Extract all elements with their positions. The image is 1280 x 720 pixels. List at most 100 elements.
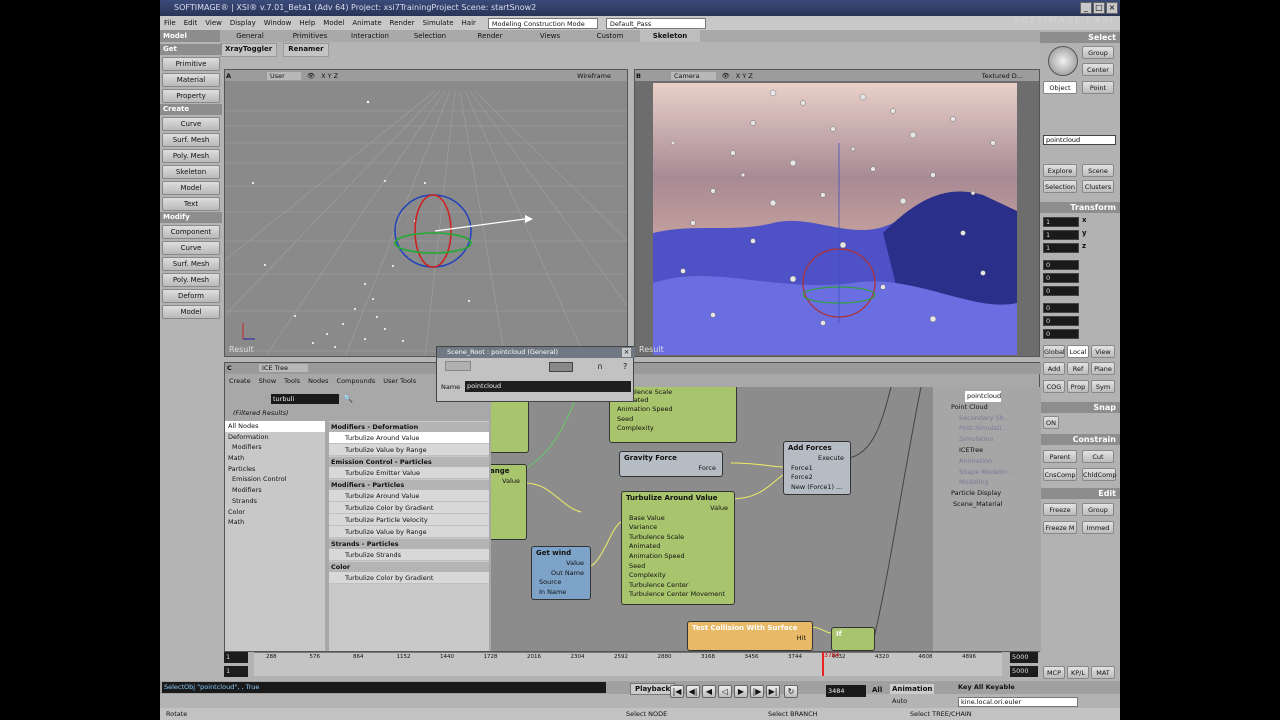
outliner-item[interactable]: pointcloud	[965, 391, 1002, 402]
timeline-ruler[interactable]: 288 576 864 1152 1440 1728 2016 2304 2592 2880 316…	[254, 652, 1002, 676]
cnscomp-button[interactable]: CnsComp	[1043, 468, 1077, 481]
menu-animate[interactable]: Animate	[348, 19, 385, 27]
xray-toggler-button[interactable]: XrayToggler	[220, 43, 278, 57]
menu-simulate[interactable]: Simulate	[419, 19, 458, 27]
play-backward-icon[interactable]: ◀	[702, 685, 716, 698]
create-text-button[interactable]: Text	[162, 197, 220, 211]
center-button[interactable]: Center	[1082, 63, 1114, 76]
cog-button[interactable]: COG	[1043, 380, 1065, 393]
port-base-value[interactable]: Base Value	[622, 514, 734, 524]
ice-graph-canvas[interactable]: Turbulence Scale Animated Animation Spee…	[491, 387, 933, 651]
port-wind-out-name[interactable]: Out Name	[532, 569, 590, 579]
tab-primitives[interactable]: Primitives	[280, 30, 340, 42]
scene-button[interactable]: Scene	[1082, 164, 1114, 177]
create-model-button[interactable]: Model	[162, 181, 220, 195]
script-command-line[interactable]: SelectObj "pointcloud", , True	[162, 682, 606, 693]
menu-render[interactable]: Render	[386, 19, 419, 27]
ice-menu-tools[interactable]: Tools	[284, 375, 300, 387]
outliner-item[interactable]: ICETree	[933, 445, 1041, 456]
port-turbulize-value[interactable]: Value	[622, 504, 734, 514]
viewport-a-eye-icon[interactable]: 👁	[307, 72, 315, 80]
ice-node-list-item[interactable]: Turbulize Value by Range	[329, 526, 489, 538]
renamer-button[interactable]: Renamer	[283, 43, 329, 57]
parent-button[interactable]: Parent	[1043, 450, 1077, 463]
freeze-button[interactable]: Freeze	[1043, 503, 1077, 516]
scale-y-field[interactable]: 1	[1043, 230, 1079, 240]
ice-menu-show[interactable]: Show	[259, 375, 277, 387]
port-wind-in-name[interactable]: In Name	[532, 588, 590, 598]
sym-button[interactable]: Sym	[1091, 380, 1115, 393]
ice-node-list-item[interactable]: Turbulize Strands	[329, 549, 489, 561]
tab-interaction[interactable]: Interaction	[340, 30, 400, 42]
group-button[interactable]: Group	[1082, 46, 1114, 59]
menu-file[interactable]: File	[160, 19, 180, 27]
selection-button[interactable]: Selection	[1043, 180, 1077, 193]
clusters-button[interactable]: Clusters	[1082, 180, 1114, 193]
selection-name-field[interactable]: pointcloud	[1043, 135, 1116, 145]
tab-selection[interactable]: Selection	[400, 30, 460, 42]
ice-menu-nodes[interactable]: Nodes	[308, 375, 328, 387]
menu-model[interactable]: Model	[319, 19, 348, 27]
scale-z-field[interactable]: 1	[1043, 243, 1079, 253]
play-forward-icon[interactable]: ▶	[734, 685, 748, 698]
menu-help[interactable]: Help	[295, 19, 319, 27]
create-curve-button[interactable]: Curve	[162, 117, 220, 131]
node-test-collision[interactable]: Test Collision With Surface Hit	[687, 621, 813, 651]
modify-component-button[interactable]: Component	[162, 225, 220, 239]
primitive-button[interactable]: Primitive	[162, 57, 220, 71]
port-variance[interactable]: Variance	[622, 523, 734, 533]
viewport-a-mode-dropdown[interactable]: Wireframe	[577, 72, 611, 80]
ice-category-item[interactable]: Math	[225, 517, 325, 528]
tab-general[interactable]: General	[220, 30, 280, 42]
menu-hair[interactable]: Hair	[458, 19, 480, 27]
layout-dropdown[interactable]: Modeling Construction Mode	[487, 17, 598, 29]
ice-node-list-item[interactable]: Turbulize Around Value	[329, 490, 489, 502]
minimize-button[interactable]: _	[1080, 2, 1092, 14]
dialog-close-icon[interactable]: ×	[622, 348, 631, 357]
snap-on-button[interactable]: ON	[1043, 416, 1059, 429]
timeline[interactable]: 1 1 288 576 864 1152 1440 1728 2016 2304 2592 288…	[224, 652, 1040, 680]
ice-node-list-item[interactable]: Turbulize Particle Velocity	[329, 514, 489, 526]
dialog-help-icon[interactable]: ?	[623, 362, 627, 371]
translation-y-field[interactable]: 0	[1043, 316, 1079, 326]
ice-category-item[interactable]: All Nodes	[225, 421, 325, 432]
ice-menu-create[interactable]: Create	[229, 375, 251, 387]
ref-button[interactable]: Ref	[1067, 362, 1089, 375]
viewport-b-mode-dropdown[interactable]: Textured D...	[982, 72, 1023, 80]
modify-surf-mesh-button[interactable]: Surf. Mesh	[162, 257, 220, 271]
modify-model-button[interactable]: Model	[162, 305, 220, 319]
mat-tab[interactable]: MAT	[1091, 666, 1115, 679]
object-button[interactable]: Object	[1043, 81, 1077, 94]
ice-category-item[interactable]: Color	[225, 507, 325, 518]
auto-key-button[interactable]: Auto	[892, 697, 907, 705]
ice-search-input[interactable]: turbuli	[271, 394, 339, 404]
ice-category-item[interactable]: Deformation	[225, 432, 325, 443]
viewport-a-axes[interactable]: X Y Z	[321, 72, 338, 80]
childcomp-button[interactable]: ChldComp	[1082, 468, 1117, 481]
port-range-value[interactable]: Value	[491, 477, 526, 487]
all-button[interactable]: All	[872, 686, 882, 694]
key-param-field[interactable]: kine.local.ori.euler	[958, 697, 1078, 707]
modify-curve-button[interactable]: Curve	[162, 241, 220, 255]
node-get-wind[interactable]: Get wind Value Out Name Source In Name	[531, 546, 591, 600]
outliner-item[interactable]: Point Cloud	[933, 402, 1041, 413]
port-hit[interactable]: Hit	[688, 634, 812, 644]
point-button[interactable]: Point	[1082, 81, 1114, 94]
ice-view-dropdown[interactable]: ICE Tree	[259, 364, 309, 372]
dialog-nav-icon[interactable]	[445, 361, 471, 371]
pass-dropdown[interactable]: Default_Pass	[605, 17, 706, 29]
modify-deform-button[interactable]: Deform	[162, 289, 220, 303]
create-surf-mesh-button[interactable]: Surf. Mesh	[162, 133, 220, 147]
current-frame-field[interactable]: 3484	[826, 685, 866, 697]
port-animation-speed[interactable]: Animation Speed	[610, 405, 736, 415]
outliner-item[interactable]: Simulation	[933, 434, 1041, 445]
viewport-b-axes[interactable]: X Y Z	[736, 72, 753, 80]
ice-node-list-item[interactable]: Turbulize Emitter Value	[329, 467, 489, 479]
outliner-item[interactable]: Modeling	[933, 477, 1041, 488]
translation-z-field[interactable]: 0	[1043, 329, 1079, 339]
timeline-start-field[interactable]: 1	[224, 652, 248, 663]
material-button[interactable]: Material	[162, 73, 220, 87]
node-range[interactable]: ange Value	[491, 464, 527, 540]
port-turb-animation-speed[interactable]: Animation Speed	[622, 552, 734, 562]
node-turbulize-around-value[interactable]: Turbulize Around Value Value Base Value …	[621, 491, 735, 605]
